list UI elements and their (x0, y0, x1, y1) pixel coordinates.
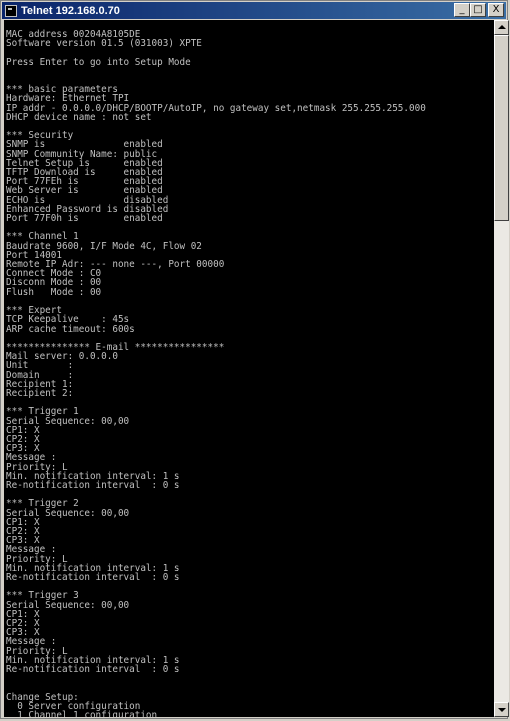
minimize-button[interactable]: _ (454, 3, 470, 17)
terminal-line: CP3: X (6, 535, 40, 547)
close-button[interactable]: X (488, 3, 504, 17)
terminal-line: Serial Sequence: 00,00 (6, 415, 130, 427)
terminal-line: CP3: X (6, 443, 40, 455)
telnet-window: Telnet 192.168.0.70 _ □ X MAC address 00… (0, 0, 509, 719)
scrollbar-thumb[interactable] (494, 35, 509, 221)
terminal-line: CP3: X (6, 627, 40, 639)
terminal-area[interactable]: MAC address 00204A8105DE Software version… (4, 20, 494, 717)
terminal-line: Serial Sequence: 00,00 (6, 507, 130, 519)
window-title: Telnet 192.168.0.70 (21, 4, 120, 17)
scroll-down-arrow-icon[interactable] (494, 702, 509, 717)
terminal-app-icon (5, 4, 17, 17)
terminal-line: Message : (6, 636, 57, 648)
terminal-line: Message : (6, 452, 57, 464)
terminal-line: Re-notification interval : 0 s (6, 664, 180, 676)
terminal-line: Serial Sequence: 00,00 (6, 599, 130, 611)
terminal-line: Re-notification interval : 0 s (6, 571, 180, 583)
terminal-line: Message : (6, 544, 57, 556)
terminal-line: Recipient 2: (6, 387, 74, 399)
title-bar[interactable]: Telnet 192.168.0.70 _ □ X (2, 2, 506, 19)
terminal-output[interactable]: MAC address 00204A8105DE Software version… (6, 30, 426, 717)
terminal-line: CP2: X (6, 525, 40, 537)
terminal-line: ARP cache timeout: 600s (6, 323, 135, 335)
maximize-button[interactable]: □ (470, 3, 486, 17)
terminal-line: CP2: X (6, 433, 40, 445)
terminal-line: 1 Channel 1 configuration (6, 710, 158, 717)
terminal-line: CP2: X (6, 618, 40, 629)
scroll-up-arrow-icon[interactable] (494, 20, 509, 35)
terminal-line: CP1: X (6, 516, 40, 528)
terminal-line: Software version 01.5 (031003) XPTE (6, 38, 202, 50)
window-controls: _ □ X (454, 3, 504, 17)
terminal-line: DHCP device name : not set (6, 111, 152, 123)
terminal-line: CP1: X (6, 424, 40, 436)
terminal-line: Baudrate 9600, I/F Mode 4C, Flow 02 (6, 240, 202, 252)
terminal-line: Re-notification interval : 0 s (6, 479, 180, 491)
terminal-line: Press Enter to go into Setup Mode (6, 56, 191, 68)
terminal-line: CP1: X (6, 608, 40, 620)
terminal-line: Flush Mode : 00 (6, 286, 102, 298)
vertical-scrollbar[interactable] (494, 20, 509, 717)
terminal-line: Port 77F0h is enabled (6, 213, 163, 225)
